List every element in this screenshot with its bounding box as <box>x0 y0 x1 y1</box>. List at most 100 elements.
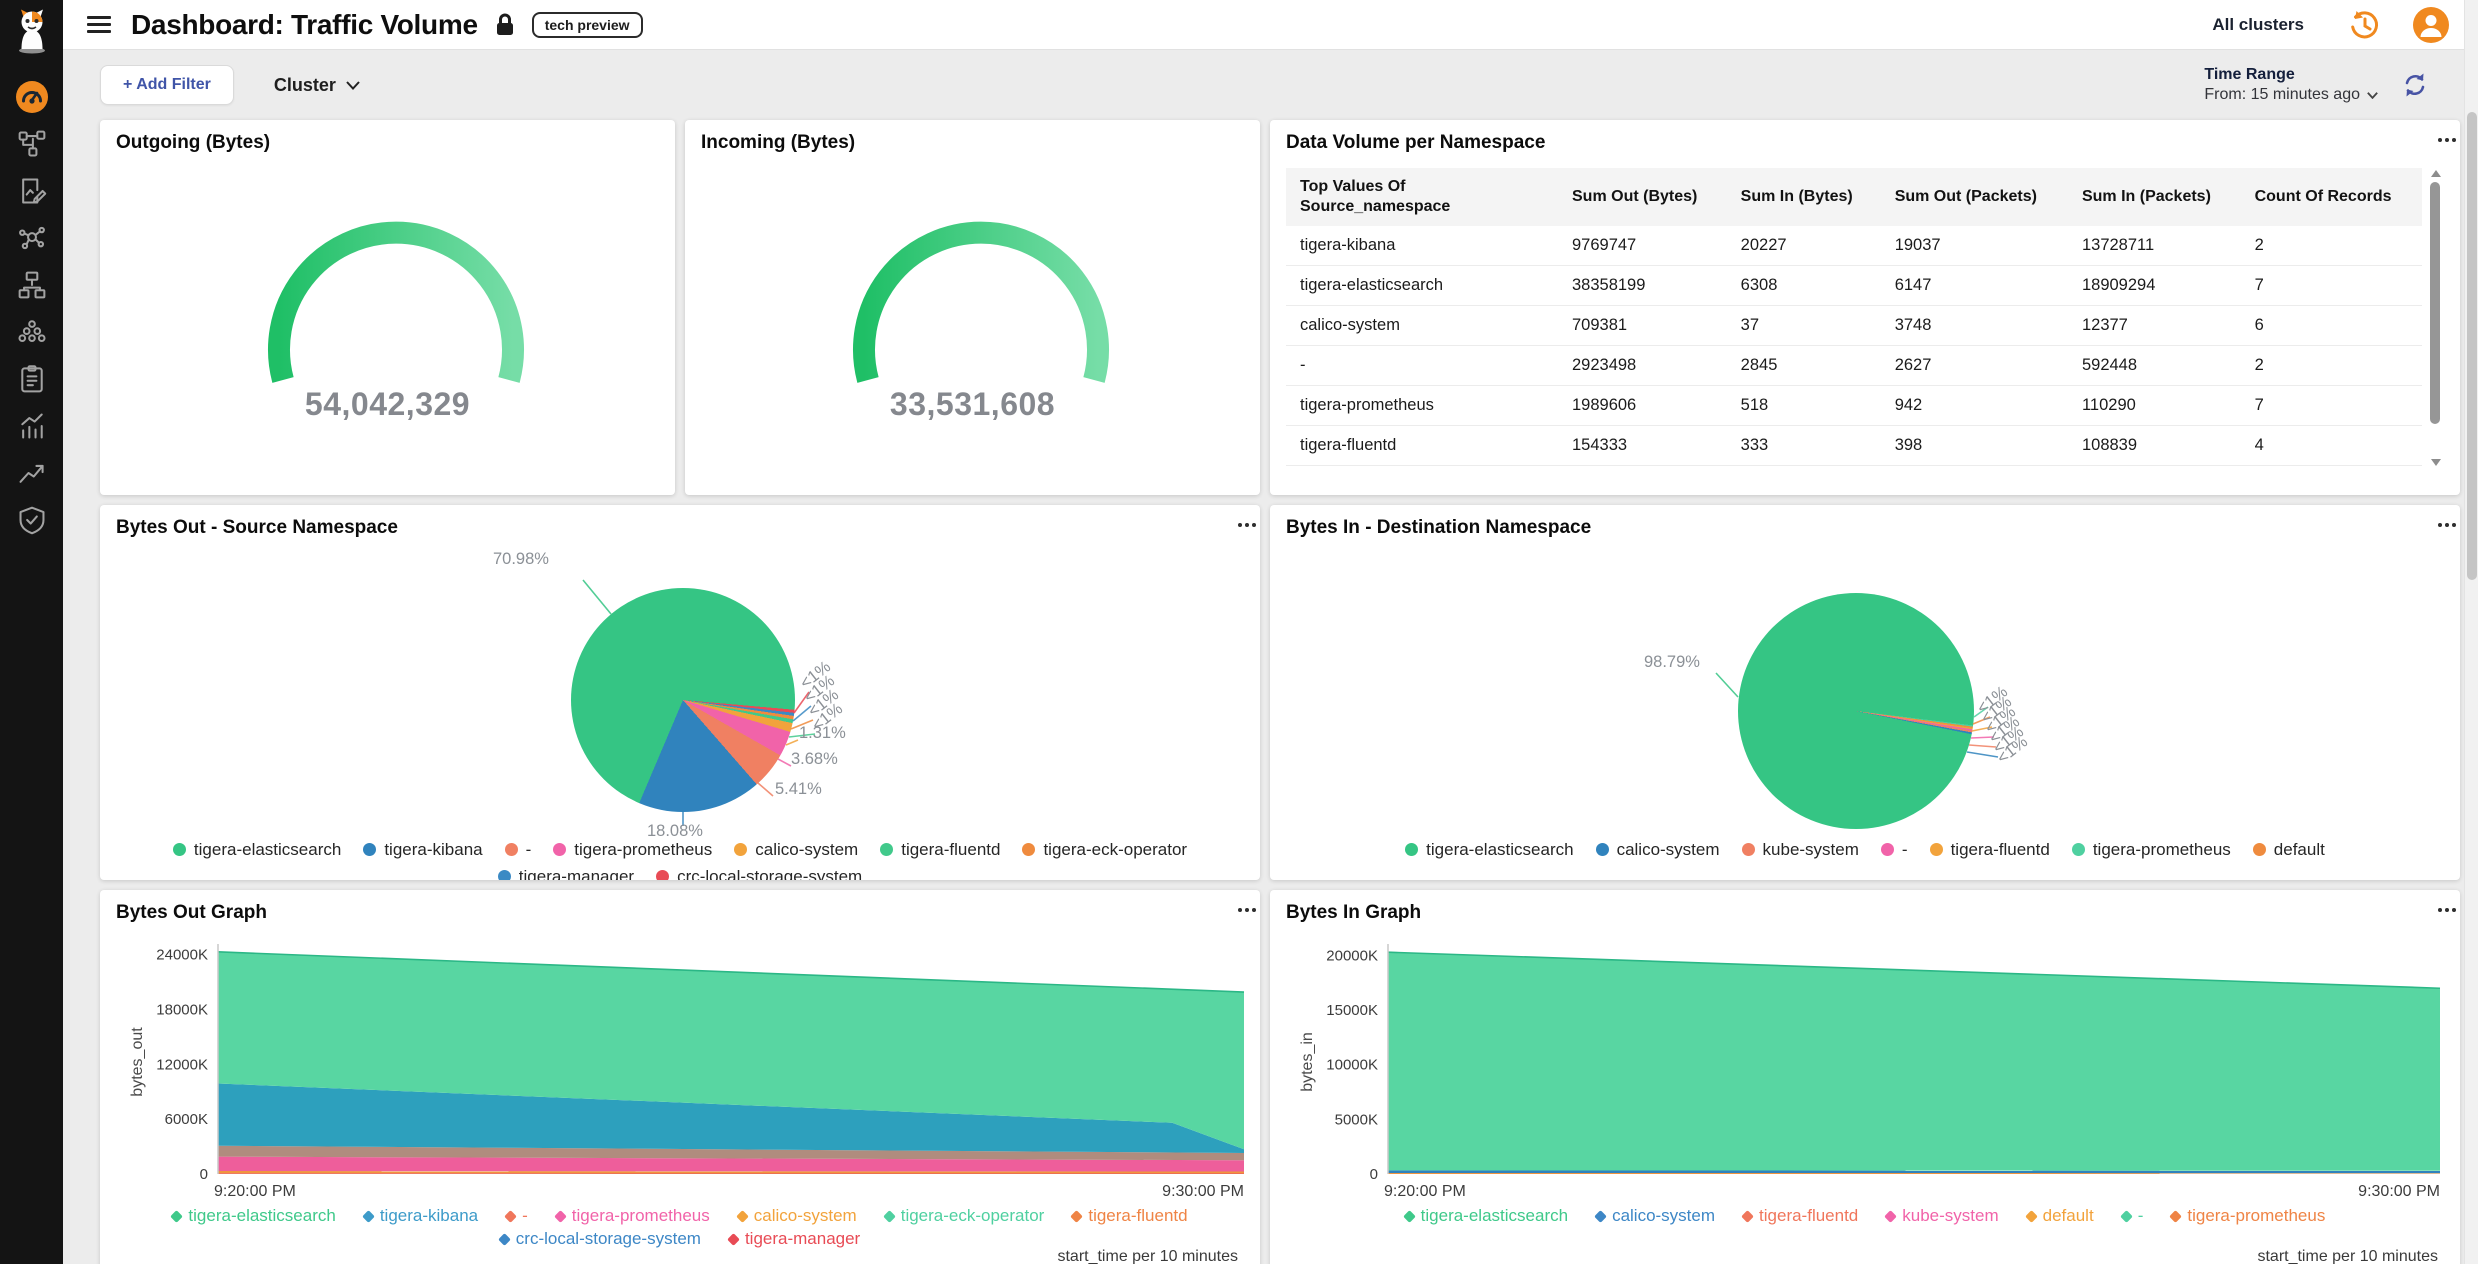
scrollbar-thumb[interactable] <box>2430 182 2440 424</box>
panel-menu-button[interactable] <box>1236 517 1244 533</box>
svg-text:10000K: 10000K <box>1326 1057 1378 1074</box>
sidebar-item-security[interactable] <box>0 496 63 543</box>
legend-item[interactable]: - <box>505 837 532 862</box>
menu-button[interactable] <box>83 8 115 41</box>
legend-item[interactable]: tigera-manager <box>498 864 634 880</box>
legend-label: - <box>1902 837 1908 862</box>
legend-dot <box>1881 843 1894 856</box>
sidebar-item-trends[interactable] <box>0 449 63 496</box>
time-range-control[interactable]: Time Range From: 15 minutes ago <box>2204 66 2378 104</box>
svg-text:0: 0 <box>200 1166 208 1183</box>
pie-percentage-label: 18.08% <box>647 822 703 841</box>
sidebar-item-network-flow[interactable] <box>0 120 63 167</box>
legend-item[interactable]: default <box>2253 837 2325 862</box>
page-scrollbar[interactable] <box>2464 0 2478 1264</box>
table-row: calico-system709381373748123776 <box>1286 306 2422 346</box>
legend-item[interactable]: calico-system <box>738 1206 857 1226</box>
legend-item[interactable]: kube-system <box>1742 837 1859 862</box>
history-button[interactable] <box>2346 7 2382 43</box>
panel-title: Outgoing (Bytes) <box>116 132 270 154</box>
table-scrollbar[interactable] <box>2429 168 2442 468</box>
legend-marker <box>362 1210 375 1223</box>
legend-item[interactable]: tigera-manager <box>729 1229 860 1249</box>
legend-item[interactable]: tigera-prometheus <box>2072 837 2231 862</box>
sidebar-item-networks[interactable] <box>0 261 63 308</box>
legend-item[interactable]: tigera-kibana <box>364 1206 478 1226</box>
legend-item[interactable]: tigera-eck-operator <box>1022 837 1187 862</box>
add-filter-button[interactable]: + Add Filter <box>100 65 234 105</box>
sidebar-item-endpoints[interactable] <box>0 308 63 355</box>
svg-text:12000K: 12000K <box>156 1056 208 1073</box>
sidebar-item-policies[interactable] <box>0 167 63 214</box>
scroll-down-icon[interactable] <box>2431 459 2441 466</box>
calico-logo[interactable] <box>11 8 53 59</box>
bytes-in-area-chart[interactable]: 05000K10000K15000K20000Kbytes_in9:20:00 … <box>1286 934 2444 1204</box>
legend-item[interactable]: crc-local-storage-system <box>656 864 862 880</box>
table-cell: 13728711 <box>2068 226 2241 266</box>
bytes-in-pie-chart[interactable]: 98.79%<1%<1%<1%<1%<1%<1% <box>1286 547 2444 835</box>
legend-item[interactable]: - <box>506 1206 528 1226</box>
legend-item[interactable]: - <box>1881 837 1908 862</box>
page-scrollbar-thumb[interactable] <box>2467 112 2477 580</box>
area-legend: tigera-elasticsearch tigera-kibana - tigera… <box>116 1206 1244 1249</box>
legend-item[interactable]: tigera-fluentd <box>1930 837 2050 862</box>
legend-dot <box>1596 843 1609 856</box>
legend-item[interactable]: - <box>2122 1206 2144 1226</box>
svg-text:bytes_in: bytes_in <box>1299 1032 1316 1092</box>
legend-item[interactable]: tigera-prometheus <box>556 1206 710 1226</box>
cluster-scope-label[interactable]: All clusters <box>2212 15 2304 35</box>
legend-label: - <box>2138 1206 2144 1226</box>
legend-item[interactable]: tigera-elasticsearch <box>173 837 341 862</box>
legend-item[interactable]: crc-local-storage-system <box>500 1229 701 1249</box>
legend-label: tigera-prometheus <box>2093 837 2231 862</box>
table-cell: 7 <box>2241 266 2422 306</box>
sidebar-item-analytics[interactable] <box>0 402 63 449</box>
legend-item[interactable]: tigera-fluentd <box>1072 1206 1187 1226</box>
legend-label: tigera-manager <box>745 1229 860 1249</box>
legend-label: tigera-eck-operator <box>901 1206 1045 1226</box>
legend-marker <box>2169 1210 2182 1223</box>
legend-item[interactable]: default <box>2027 1206 2094 1226</box>
legend-item[interactable]: tigera-fluentd <box>1743 1206 1858 1226</box>
legend-item[interactable]: kube-system <box>1886 1206 1998 1226</box>
network-hierarchy-icon <box>17 270 47 300</box>
pie-legend: tigera-elasticsearch calico-system kube-sy… <box>1286 837 2444 862</box>
network-flow-icon <box>17 129 47 159</box>
legend-item[interactable]: calico-system <box>1596 1206 1715 1226</box>
panel-menu-button[interactable] <box>2436 517 2444 533</box>
time-range-title: Time Range <box>2204 66 2378 84</box>
panel-menu-button[interactable] <box>2436 902 2444 918</box>
legend-item[interactable]: calico-system <box>1596 837 1720 862</box>
sidebar-item-dashboard[interactable] <box>0 73 63 120</box>
bytes-out-pie-chart[interactable]: 70.98%<1%<1%<1%<1%1.31%3.68%5.41%18.08% <box>116 547 1244 835</box>
area-legend: tigera-elasticsearch calico-system tigera-… <box>1286 1206 2444 1226</box>
legend-item[interactable]: tigera-prometheus <box>2171 1206 2325 1226</box>
legend-item[interactable]: tigera-elasticsearch <box>1405 837 1573 862</box>
svg-text:bytes_out: bytes_out <box>129 1027 146 1097</box>
user-menu-button[interactable] <box>2412 6 2450 44</box>
panel-menu-button[interactable] <box>1236 902 1244 918</box>
refresh-button[interactable] <box>2400 70 2430 100</box>
legend-item[interactable]: tigera-eck-operator <box>885 1206 1045 1226</box>
legend-marker <box>1594 1210 1607 1223</box>
table-cell: 94495 <box>1558 466 1727 469</box>
legend-item[interactable]: tigera-elasticsearch <box>172 1206 335 1226</box>
scroll-up-icon[interactable] <box>2431 170 2441 177</box>
chevron-down-icon <box>2367 92 2378 99</box>
bytes-out-area-chart[interactable]: 06000K12000K18000K24000Kbytes_out9:20:00… <box>116 934 1248 1204</box>
legend-item[interactable]: calico-system <box>734 837 858 862</box>
table-row: tigera-elasticsearch38358199630861471890… <box>1286 266 2422 306</box>
legend-item[interactable]: tigera-fluentd <box>880 837 1000 862</box>
panel-menu-button[interactable] <box>2436 132 2444 148</box>
svg-text:24000K: 24000K <box>156 947 208 964</box>
table-cell: 7 <box>2241 386 2422 426</box>
legend-marker <box>2120 1210 2133 1223</box>
cluster-filter-dropdown[interactable]: Cluster <box>274 75 360 96</box>
legend-item[interactable]: tigera-elasticsearch <box>1405 1206 1568 1226</box>
legend-item[interactable]: tigera-kibana <box>363 837 482 862</box>
sidebar-item-service-graph[interactable] <box>0 214 63 261</box>
legend-label: kube-system <box>1902 1206 1998 1226</box>
sidebar-item-compliance[interactable] <box>0 355 63 402</box>
legend-dot <box>1405 843 1418 856</box>
legend-marker <box>2025 1210 2038 1223</box>
